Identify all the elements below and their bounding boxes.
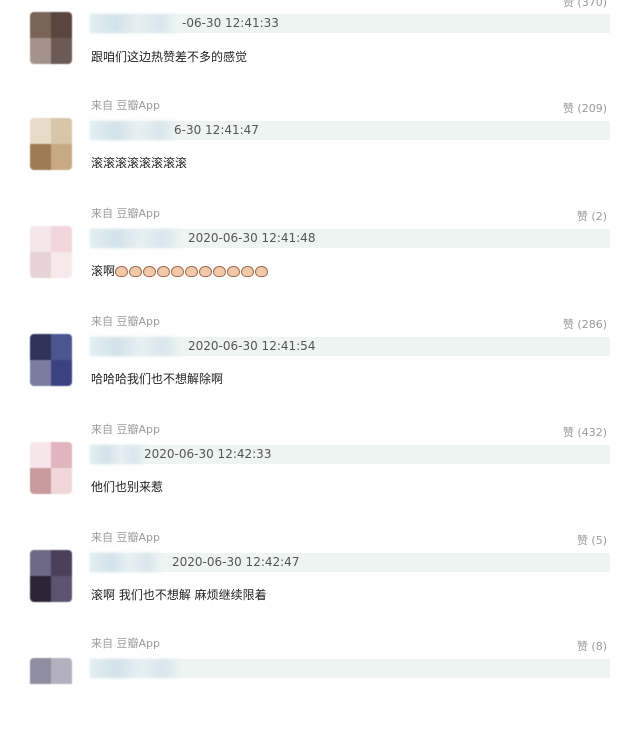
comment-item: 来自 豆瓣App 赞 (8) xyxy=(0,634,640,742)
comment-item: 赞 (370) -06-30 12:41:33 跟咱们这边热赞差不多的感觉 xyxy=(0,0,640,64)
fist-emoji-icon xyxy=(115,266,129,277)
timestamp: 2020-06-30 12:41:54 xyxy=(188,339,316,353)
username-blurred[interactable] xyxy=(90,553,162,572)
fist-emoji-icon xyxy=(227,266,241,277)
comment-item: 来自 豆瓣App 赞 (432) 2020-06-30 12:42:33 他们也… xyxy=(0,420,640,528)
comment-item: 来自 豆瓣App 赞 (286) 2020-06-30 12:41:54 哈哈哈… xyxy=(0,312,640,420)
source-label: 来自 豆瓣App xyxy=(91,423,160,436)
comment-meta xyxy=(90,659,610,678)
username-blurred[interactable] xyxy=(90,121,178,140)
comment-meta: 2020-06-30 12:41:54 xyxy=(90,337,610,356)
timestamp: 2020-06-30 12:42:47 xyxy=(172,555,300,569)
avatar[interactable] xyxy=(30,334,72,386)
comment-item: 来自 豆瓣App 赞 (5) 2020-06-30 12:42:47 滚啊 我们… xyxy=(0,528,640,636)
username-blurred[interactable] xyxy=(90,14,178,33)
avatar[interactable] xyxy=(30,550,72,602)
fist-emoji-icon xyxy=(199,266,213,277)
timestamp: 6-30 12:41:47 xyxy=(174,123,259,137)
comment-meta: 2020-06-30 12:42:47 xyxy=(90,553,610,572)
username-blurred[interactable] xyxy=(90,445,146,464)
timestamp: 2020-06-30 12:41:48 xyxy=(188,231,316,245)
fist-emoji-icon xyxy=(255,266,269,277)
source-label: 来自 豆瓣App xyxy=(91,531,160,544)
fist-emoji-icon xyxy=(143,266,157,277)
avatar[interactable] xyxy=(30,658,72,710)
source-label: 来自 豆瓣App xyxy=(91,207,160,220)
avatar[interactable] xyxy=(30,12,72,64)
source-label: 来自 豆瓣App xyxy=(91,637,160,650)
username-blurred[interactable] xyxy=(90,229,182,248)
fist-emoji-icon xyxy=(213,266,227,277)
comment-text: 哈哈哈我们也不想解除啊 xyxy=(91,372,224,386)
fist-emoji-icon xyxy=(129,266,143,277)
fist-emoji-icon xyxy=(171,266,185,277)
fist-emoji-icon xyxy=(185,266,199,277)
comment-text: 跟咱们这边热赞差不多的感觉 xyxy=(91,50,248,64)
like-count[interactable]: 赞 (286) xyxy=(563,316,607,332)
comment-text: 滚啊 我们也不想解 麻烦继续限着 xyxy=(91,588,267,602)
avatar[interactable] xyxy=(30,226,72,278)
like-count[interactable]: 赞 (5) xyxy=(577,532,607,548)
comment-text: 他们也别来惹 xyxy=(91,480,164,494)
username-blurred[interactable] xyxy=(90,659,182,678)
fist-emoji-icon xyxy=(157,266,171,277)
like-count[interactable]: 赞 (8) xyxy=(577,638,607,654)
comment-text: 滚啊 xyxy=(91,262,269,279)
fist-emoji-icon xyxy=(241,266,255,277)
comment-meta: -06-30 12:41:33 xyxy=(90,14,610,33)
source-label: 来自 豆瓣App xyxy=(91,315,160,328)
comment-item: 来自 豆瓣App 赞 (2) 2020-06-30 12:41:48 滚啊 xyxy=(0,204,640,312)
timestamp: 2020-06-30 12:42:33 xyxy=(144,447,272,461)
like-count[interactable]: 赞 (2) xyxy=(577,208,607,224)
like-count[interactable]: 赞 (432) xyxy=(563,424,607,440)
comment-meta: 2020-06-30 12:42:33 xyxy=(90,445,610,464)
avatar[interactable] xyxy=(30,118,72,170)
avatar[interactable] xyxy=(30,442,72,494)
like-count[interactable]: 赞 (370) xyxy=(563,0,607,10)
source-label: 来自 豆瓣App xyxy=(91,99,160,112)
comment-meta: 6-30 12:41:47 xyxy=(90,121,610,140)
timestamp: -06-30 12:41:33 xyxy=(182,16,279,30)
comment-item: 来自 豆瓣App 赞 (209) 6-30 12:41:47 滚滚滚滚滚滚滚滚 xyxy=(0,96,640,204)
comment-text-prefix: 滚啊 xyxy=(91,264,116,278)
like-count[interactable]: 赞 (209) xyxy=(563,100,607,116)
username-blurred[interactable] xyxy=(90,337,182,356)
comment-text: 滚滚滚滚滚滚滚滚 xyxy=(91,156,188,170)
emoji-row xyxy=(115,264,269,278)
comment-meta: 2020-06-30 12:41:48 xyxy=(90,229,610,248)
